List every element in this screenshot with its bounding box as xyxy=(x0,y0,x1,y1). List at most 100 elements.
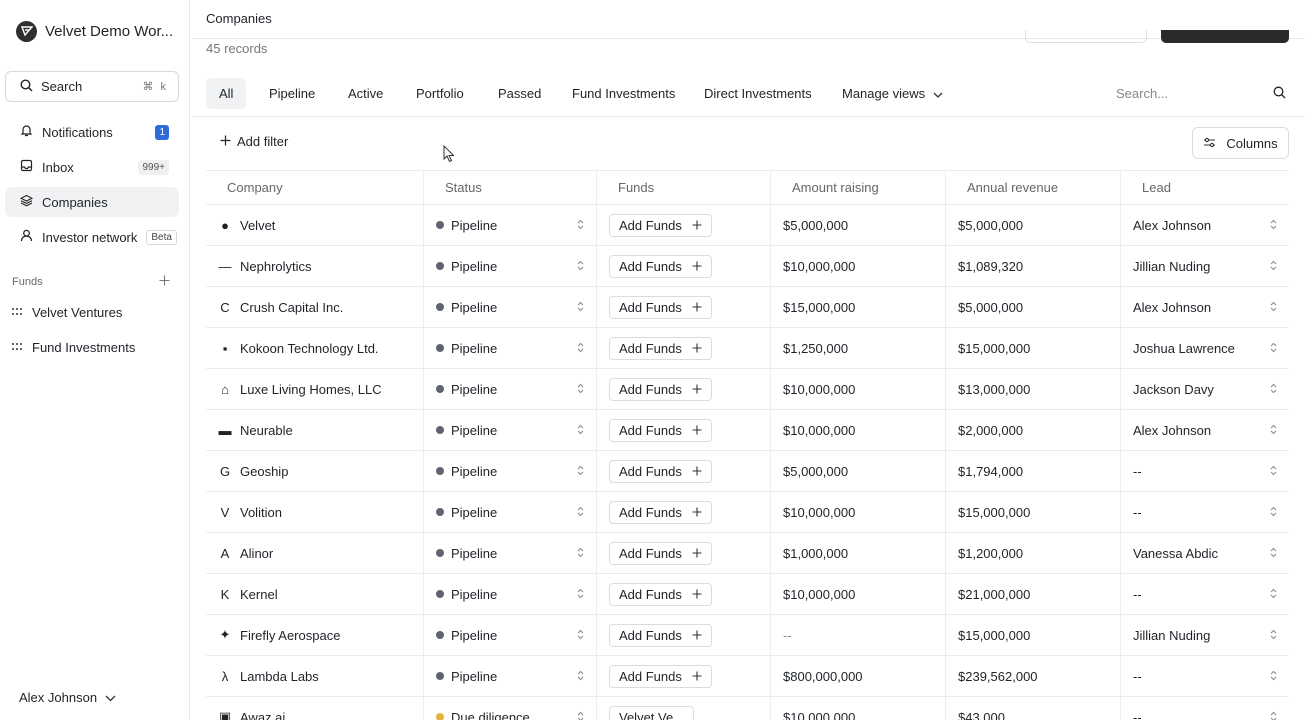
table-row[interactable]: — Nephrolytics Pipeline Add Funds $10,000,00… xyxy=(206,246,1289,287)
secondary-action-button[interactable] xyxy=(1025,30,1147,43)
annual-revenue-cell[interactable]: $5,000,000 xyxy=(946,205,1121,245)
amount-raising-cell[interactable]: $10,000,000 xyxy=(771,410,946,450)
column-header-amount-raising[interactable]: Amount raising xyxy=(771,171,946,204)
lead-cell[interactable]: Joshua Lawrence xyxy=(1121,328,1289,368)
table-row[interactable]: ▣ Awaz.ai Due diligence Velvet Ve... $10,000… xyxy=(206,697,1289,720)
tab-portfolio[interactable]: Portfolio xyxy=(403,78,477,109)
add-funds-button[interactable]: Add Funds xyxy=(609,336,712,360)
company-cell[interactable]: V Volition xyxy=(206,492,424,532)
annual-revenue-cell[interactable]: $15,000,000 xyxy=(946,615,1121,655)
status-cell[interactable]: Pipeline xyxy=(424,287,597,327)
column-header-status[interactable]: Status xyxy=(424,171,597,204)
table-row[interactable]: K Kernel Pipeline Add Funds $10,000,000 $21,0… xyxy=(206,574,1289,615)
status-cell[interactable]: Pipeline xyxy=(424,574,597,614)
tab-direct-investments[interactable]: Direct Investments xyxy=(691,78,825,109)
company-cell[interactable]: A Alinor xyxy=(206,533,424,573)
annual-revenue-cell[interactable]: $1,794,000 xyxy=(946,451,1121,491)
table-row[interactable]: V Volition Pipeline Add Funds $10,000,000 $15… xyxy=(206,492,1289,533)
annual-revenue-cell[interactable]: $15,000,000 xyxy=(946,492,1121,532)
status-cell[interactable]: Pipeline xyxy=(424,205,597,245)
workspace-switcher[interactable]: Velvet Demo Wor... xyxy=(16,19,173,43)
lead-cell[interactable]: Alex Johnson xyxy=(1121,205,1289,245)
status-cell[interactable]: Pipeline xyxy=(424,410,597,450)
annual-revenue-cell[interactable]: $21,000,000 xyxy=(946,574,1121,614)
status-cell[interactable]: Pipeline xyxy=(424,369,597,409)
tab-active[interactable]: Active xyxy=(335,78,396,109)
sidebar-item-notifications[interactable]: Notifications 1 xyxy=(5,117,179,147)
table-row[interactable]: G Geoship Pipeline Add Funds $5,000,000 $1,79… xyxy=(206,451,1289,492)
table-row[interactable]: A Alinor Pipeline Add Funds $1,000,000 $1,200… xyxy=(206,533,1289,574)
company-cell[interactable]: ▪ Kokoon Technology Ltd. xyxy=(206,328,424,368)
column-header-annual-revenue[interactable]: Annual revenue xyxy=(946,171,1121,204)
table-row[interactable]: ✦ Firefly Aerospace Pipeline Add Funds -- $15… xyxy=(206,615,1289,656)
lead-cell[interactable]: Jillian Nuding xyxy=(1121,615,1289,655)
add-funds-button[interactable]: Add Funds xyxy=(609,541,712,565)
annual-revenue-cell[interactable]: $13,000,000 xyxy=(946,369,1121,409)
amount-raising-cell[interactable]: $10,000,000 xyxy=(771,574,946,614)
company-cell[interactable]: ▬ Neurable xyxy=(206,410,424,450)
lead-cell[interactable]: -- xyxy=(1121,697,1289,720)
lead-cell[interactable]: -- xyxy=(1121,451,1289,491)
company-cell[interactable]: ✦ Firefly Aerospace xyxy=(206,615,424,655)
add-funds-button[interactable]: Add Funds xyxy=(609,418,712,442)
lead-cell[interactable]: Vanessa Abdic xyxy=(1121,533,1289,573)
tab-fund-investments[interactable]: Fund Investments xyxy=(559,78,688,109)
amount-raising-cell[interactable]: $10,000,000 xyxy=(771,369,946,409)
add-funds-button[interactable]: Add Funds xyxy=(609,664,712,688)
primary-action-button[interactable] xyxy=(1161,30,1289,43)
add-funds-button[interactable]: Add Funds xyxy=(609,459,712,483)
amount-raising-cell[interactable]: $1,000,000 xyxy=(771,533,946,573)
amount-raising-cell[interactable]: $800,000,000 xyxy=(771,656,946,696)
tab-all[interactable]: All xyxy=(206,78,247,109)
status-cell[interactable]: Pipeline xyxy=(424,533,597,573)
add-funds-button[interactable]: Add Funds xyxy=(609,295,712,319)
lead-cell[interactable]: -- xyxy=(1121,492,1289,532)
table-row[interactable]: ● Velvet Pipeline Add Funds $5,000,000 $5,000… xyxy=(206,205,1289,246)
status-cell[interactable]: Pipeline xyxy=(424,328,597,368)
company-cell[interactable]: C Crush Capital Inc. xyxy=(206,287,424,327)
sidebar-item-investor-network[interactable]: Investor network Beta xyxy=(5,222,179,252)
table-row[interactable]: λ Lambda Labs Pipeline Add Funds $800,000,00… xyxy=(206,656,1289,697)
status-cell[interactable]: Pipeline xyxy=(424,246,597,286)
table-row[interactable]: ▬ Neurable Pipeline Add Funds $10,000,000 $2,… xyxy=(206,410,1289,451)
annual-revenue-cell[interactable]: $15,000,000 xyxy=(946,328,1121,368)
annual-revenue-cell[interactable]: $2,000,000 xyxy=(946,410,1121,450)
amount-raising-cell[interactable]: $10,000,000 xyxy=(771,697,946,720)
amount-raising-cell[interactable]: $5,000,000 xyxy=(771,451,946,491)
sidebar-item-companies[interactable]: Companies xyxy=(5,187,179,217)
status-cell[interactable]: Due diligence xyxy=(424,697,597,720)
company-cell[interactable]: G Geoship xyxy=(206,451,424,491)
annual-revenue-cell[interactable]: $1,089,320 xyxy=(946,246,1121,286)
search-icon[interactable] xyxy=(1273,86,1286,102)
sidebar-fund-velvet-ventures[interactable]: Velvet Ventures xyxy=(12,301,182,323)
status-cell[interactable]: Pipeline xyxy=(424,492,597,532)
status-cell[interactable]: Pipeline xyxy=(424,615,597,655)
table-row[interactable]: C Crush Capital Inc. Pipeline Add Funds $15,… xyxy=(206,287,1289,328)
table-search[interactable] xyxy=(1116,78,1286,109)
sidebar-fund-fund-investments[interactable]: Fund Investments xyxy=(12,336,182,358)
amount-raising-cell[interactable]: -- xyxy=(771,615,946,655)
company-cell[interactable]: K Kernel xyxy=(206,574,424,614)
manage-views-dropdown[interactable]: Manage views xyxy=(829,78,956,109)
amount-raising-cell[interactable]: $5,000,000 xyxy=(771,205,946,245)
table-search-input[interactable] xyxy=(1116,86,1246,101)
annual-revenue-cell[interactable]: $43,000 xyxy=(946,697,1121,720)
lead-cell[interactable]: Alex Johnson xyxy=(1121,410,1289,450)
tab-passed[interactable]: Passed xyxy=(485,78,554,109)
company-cell[interactable]: ● Velvet xyxy=(206,205,424,245)
company-cell[interactable]: ▣ Awaz.ai xyxy=(206,697,424,720)
add-fund-plus-icon[interactable] xyxy=(159,275,170,289)
tab-pipeline[interactable]: Pipeline xyxy=(256,78,328,109)
user-menu[interactable]: Alex Johnson xyxy=(19,690,116,705)
amount-raising-cell[interactable]: $10,000,000 xyxy=(771,246,946,286)
lead-cell[interactable]: Jackson Davy xyxy=(1121,369,1289,409)
annual-revenue-cell[interactable]: $1,200,000 xyxy=(946,533,1121,573)
column-header-company[interactable]: Company xyxy=(206,171,424,204)
amount-raising-cell[interactable]: $15,000,000 xyxy=(771,287,946,327)
columns-button[interactable]: Columns xyxy=(1192,127,1289,159)
column-header-lead[interactable]: Lead xyxy=(1121,171,1289,204)
add-funds-button[interactable]: Add Funds xyxy=(609,623,712,647)
add-funds-button[interactable]: Add Funds xyxy=(609,500,712,524)
table-row[interactable]: ▪ Kokoon Technology Ltd. Pipeline Add Funds… xyxy=(206,328,1289,369)
annual-revenue-cell[interactable]: $239,562,000 xyxy=(946,656,1121,696)
